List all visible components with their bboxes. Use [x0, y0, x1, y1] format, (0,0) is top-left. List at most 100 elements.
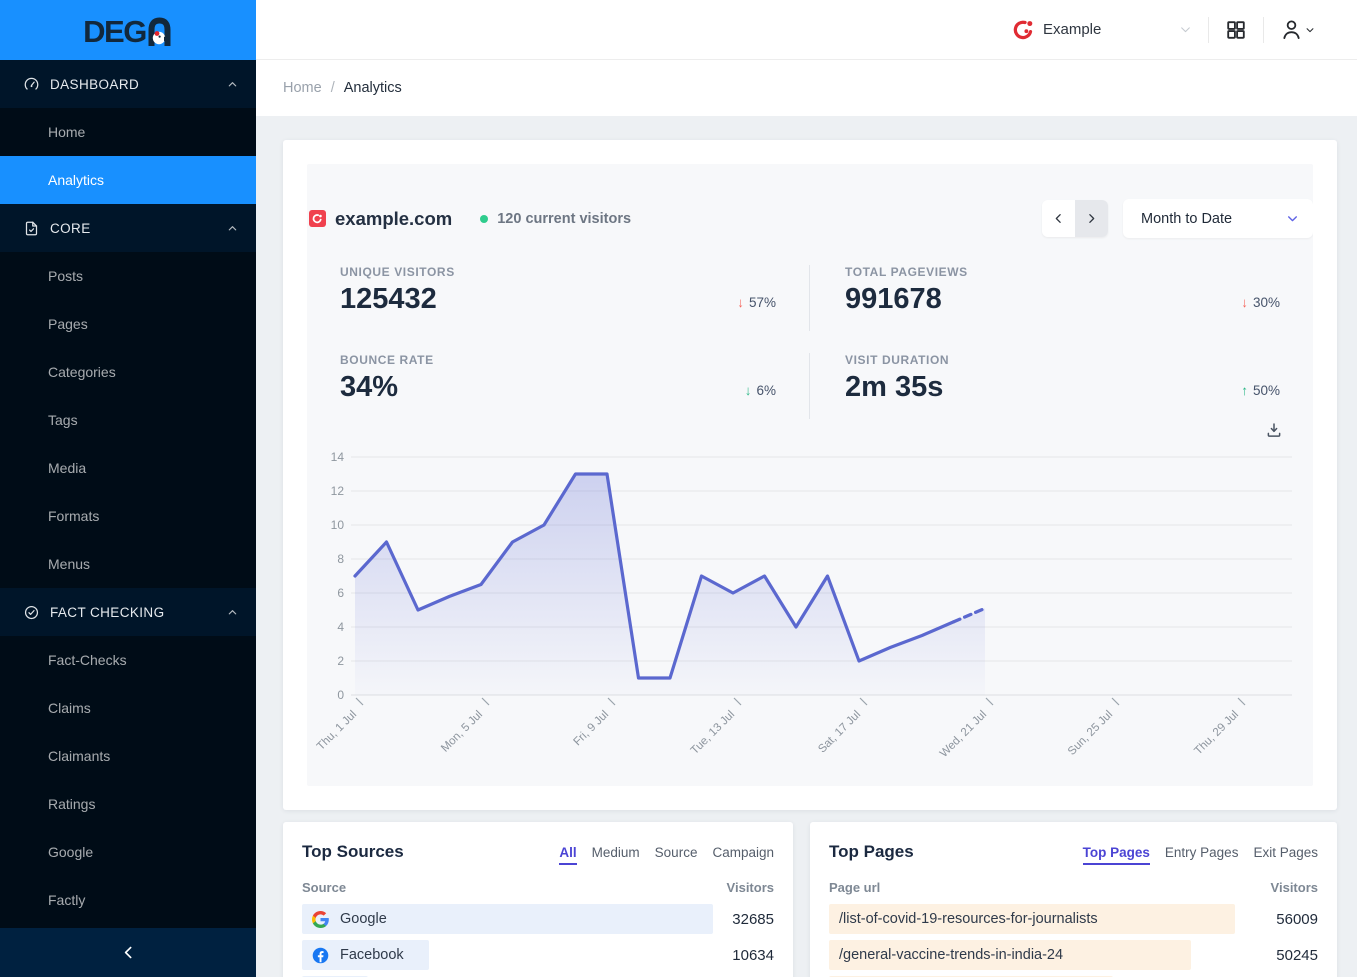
tab-exit-pages[interactable]: Exit Pages: [1253, 845, 1318, 865]
row-label: Facebook: [340, 947, 404, 963]
svg-text:Sat, 17 Jul: Sat, 17 Jul: [816, 709, 863, 756]
top-sources-title: Top Sources: [302, 842, 404, 862]
apps-grid-button[interactable]: [1225, 19, 1247, 41]
top-sources-tabs: All Medium Source Campaign: [559, 845, 774, 865]
sidebar: DEG DASHBOARD HomeAnalytics CORE PostsPages…: [0, 0, 256, 977]
sidebar-item-pages[interactable]: Pages: [0, 300, 256, 348]
stat-value: 991678: [845, 282, 942, 317]
visitors-chart: 02468101214Thu, 1 JulMon, 5 JulFri, 9 Ju…: [307, 445, 1313, 775]
sidebar-item-label: Categories: [48, 364, 116, 380]
svg-text:14: 14: [331, 450, 345, 464]
tab-top-pages[interactable]: Top Pages: [1083, 845, 1150, 865]
site-name: example.com: [335, 208, 452, 230]
svg-text:0: 0: [337, 688, 344, 702]
sidebar-section-core[interactable]: CORE: [0, 204, 256, 252]
tab-all[interactable]: All: [559, 845, 576, 865]
core-icon: [24, 220, 40, 236]
svg-text:12: 12: [331, 484, 345, 498]
sidebar-item-menus[interactable]: Menus: [0, 540, 256, 588]
sidebar-item-google[interactable]: Google: [0, 828, 256, 876]
app: DEG DASHBOARDHomeAnalyticsCOREPostsPages…: [0, 0, 1357, 977]
top-sources-rows: Google32685Facebook10634: [302, 904, 774, 977]
sidebar-item-categories[interactable]: Categories: [0, 348, 256, 396]
org-logo-icon: [1012, 18, 1035, 41]
sidebar-item-label: Menus: [48, 556, 90, 572]
chevron-left-icon: [1052, 212, 1065, 225]
sidebar-section-dashboard[interactable]: DASHBOARD: [0, 60, 256, 108]
stat-visit-duration: VISIT DURATION 2m 35s ↑ 50%: [810, 353, 1280, 419]
stat-delta-value: 50%: [1253, 383, 1280, 398]
trend-down-arrow-icon: ↓: [737, 295, 744, 310]
current-visitors: 120 current visitors: [497, 211, 631, 227]
stat-delta: ↓6%: [745, 383, 776, 405]
sidebar-item-formats[interactable]: Formats: [0, 492, 256, 540]
sidebar-item-analytics[interactable]: Analytics: [0, 156, 256, 204]
breadcrumb-current: Analytics: [344, 80, 402, 96]
sidebar-item-factly[interactable]: Factly: [0, 876, 256, 924]
user-menu-button[interactable]: [1280, 18, 1315, 41]
column-visitors: Visitors: [1271, 880, 1318, 895]
organisation-selector[interactable]: Example: [1012, 18, 1192, 41]
stat-delta: ↑ 50%: [1241, 383, 1280, 405]
breadcrumb-home-link[interactable]: Home: [283, 80, 322, 96]
top-sources-columns: Source Visitors: [302, 880, 774, 895]
header-divider: [1208, 17, 1209, 43]
breadcrumb: Home / Analytics: [256, 60, 1357, 116]
sidebar-section-label: DASHBOARD: [50, 77, 139, 92]
stat-bounce-rate: BOUNCE RATE34%↓6%: [340, 353, 810, 419]
chevron-down-icon: [1286, 212, 1299, 225]
sidebar-section-fact-checking[interactable]: FACT CHECKING: [0, 588, 256, 636]
app-logo[interactable]: DEG: [0, 0, 256, 60]
stat-label: VISIT DURATION: [845, 353, 1280, 367]
sidebar-item-media[interactable]: Media: [0, 444, 256, 492]
download-button[interactable]: [1265, 421, 1283, 441]
stat-total-pageviews: TOTAL PAGEVIEWS991678↓30%: [810, 265, 1280, 331]
live-indicator-dot: [480, 215, 488, 223]
header-divider: [1263, 17, 1264, 43]
sidebar-item-fact-checks[interactable]: Fact-Checks: [0, 636, 256, 684]
chevron-up-icon: [227, 223, 238, 234]
tab-medium[interactable]: Medium: [592, 845, 640, 865]
sidebar-item-claims[interactable]: Claims: [0, 684, 256, 732]
panel-controls: Month to Date: [1042, 199, 1313, 238]
sidebar-item-ratings[interactable]: Ratings: [0, 780, 256, 828]
sidebar-item-tags[interactable]: Tags: [0, 396, 256, 444]
dashboard-icon: [24, 76, 40, 92]
chevron-right-icon: [1085, 212, 1098, 225]
svg-text:Thu, 29 Jul: Thu, 29 Jul: [1192, 709, 1241, 758]
tab-campaign[interactable]: Campaign: [712, 845, 774, 865]
svg-text:Mon, 5 Jul: Mon, 5 Jul: [439, 709, 485, 755]
stat-delta-value: 6%: [756, 383, 776, 398]
sidebar-item-label: Media: [48, 460, 86, 476]
tab-entry-pages[interactable]: Entry Pages: [1165, 845, 1239, 865]
sidebar-item-posts[interactable]: Posts: [0, 252, 256, 300]
next-period-button[interactable]: [1075, 200, 1108, 237]
facebook-icon: [312, 947, 329, 964]
sidebar-item-label: Ratings: [48, 796, 95, 812]
date-range-value: Month to Date: [1141, 211, 1232, 227]
trend-up-arrow-icon: ↑: [1241, 383, 1248, 398]
stat-delta: ↓30%: [1241, 295, 1280, 317]
sidebar-section-label: CORE: [50, 221, 91, 236]
main-area: Example: [256, 0, 1357, 977]
tab-source[interactable]: Source: [655, 845, 698, 865]
row-visitors: 50245: [1276, 947, 1318, 964]
sidebar-section-label: FACT CHECKING: [50, 605, 164, 620]
sidebar-item-home[interactable]: Home: [0, 108, 256, 156]
svg-text:6: 6: [337, 586, 344, 600]
sidebar-item-claimants[interactable]: Claimants: [0, 732, 256, 780]
row-label-cell: Google: [302, 911, 387, 928]
svg-text:2: 2: [337, 654, 344, 668]
top-header: Example: [256, 0, 1357, 60]
row-label: /list-of-covid-19-resources-for-journali…: [839, 911, 1098, 927]
sidebar-item-label: Claims: [48, 700, 91, 716]
prev-period-button[interactable]: [1042, 200, 1075, 237]
table-row: Google32685: [302, 904, 774, 934]
sidebar-collapse-trigger[interactable]: [0, 928, 256, 977]
row-label-cell: Facebook: [302, 947, 404, 964]
top-pages-tabs: Top Pages Entry Pages Exit Pages: [1083, 845, 1318, 865]
grid-icon: [1225, 19, 1247, 41]
stat-value: 2m 35s: [845, 370, 943, 405]
chevron-down-icon: [1179, 23, 1192, 36]
date-range-select[interactable]: Month to Date: [1123, 199, 1313, 238]
